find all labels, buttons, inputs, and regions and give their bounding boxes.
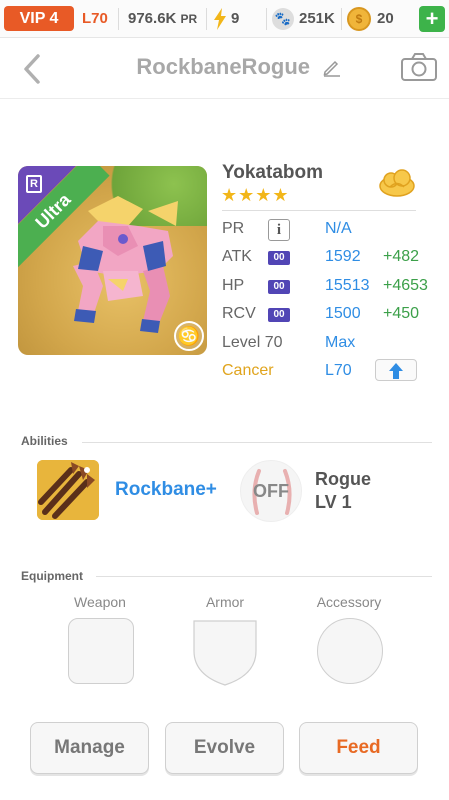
stat-value: 1500 bbox=[325, 305, 361, 322]
secondary-ability-name: Rogue bbox=[315, 469, 371, 489]
stat-label: PR bbox=[222, 220, 245, 237]
star-rating: ★★★★ bbox=[221, 185, 290, 205]
status-bar: VIP 4 L70 976.6K PR 9 🐾 251K $ 20 + bbox=[0, 0, 449, 38]
arrows-icon bbox=[37, 460, 99, 520]
stat-bonus: +450 bbox=[383, 305, 420, 322]
stat-label: Level 70 bbox=[222, 334, 283, 351]
stat-row-atk: ATK 00 1592 +482 bbox=[222, 244, 432, 270]
stat-label: HP bbox=[222, 277, 245, 294]
rockbane-ability-icon[interactable] bbox=[37, 460, 99, 520]
back-chevron-icon[interactable] bbox=[18, 52, 48, 86]
divider bbox=[206, 8, 207, 30]
energy-bolt-icon bbox=[214, 8, 226, 30]
stat-value: 15513 bbox=[325, 277, 370, 294]
accessory-slot[interactable] bbox=[317, 618, 383, 684]
sign-level-value: L70 bbox=[325, 362, 352, 379]
manage-button[interactable]: Manage bbox=[30, 722, 149, 774]
evolve-button[interactable]: Evolve bbox=[165, 722, 284, 774]
divider bbox=[118, 8, 119, 30]
player-level: L70 bbox=[82, 10, 108, 27]
energy-count: 9 bbox=[231, 10, 240, 27]
weapon-slot[interactable] bbox=[68, 618, 134, 684]
vip-badge[interactable]: VIP 4 bbox=[4, 6, 74, 31]
section-divider bbox=[82, 442, 432, 443]
header-divider bbox=[0, 98, 449, 99]
stat-badge: 00 bbox=[268, 251, 290, 265]
divider bbox=[341, 8, 342, 30]
up-arrow-icon bbox=[389, 363, 403, 379]
stat-label: ATK bbox=[222, 248, 252, 265]
armor-slot[interactable] bbox=[192, 617, 258, 687]
stat-row-sign: Cancer L70 bbox=[222, 358, 432, 384]
rarity-r-badge-icon: R bbox=[26, 175, 42, 193]
accessory-label: Accessory bbox=[316, 594, 382, 610]
ability-off-label: OFF bbox=[253, 481, 289, 501]
pr-label: PR bbox=[180, 12, 198, 26]
stat-row-rcv: RCV 00 1500 +450 bbox=[222, 301, 432, 327]
stat-row-level: Level 70 Max bbox=[222, 330, 432, 356]
stat-label: RCV bbox=[222, 305, 256, 322]
weapon-label: Weapon bbox=[74, 594, 126, 610]
player-pr: 976.6K PR bbox=[128, 8, 197, 30]
stat-value: 1592 bbox=[325, 248, 361, 265]
zodiac-sign-label: Cancer bbox=[222, 362, 274, 379]
paw-food-icon: 🐾 bbox=[272, 8, 294, 30]
stat-bonus: +4653 bbox=[383, 277, 428, 294]
pet-nickname-title: RockbaneRogue bbox=[136, 54, 310, 79]
gold-coin-icon: $ bbox=[347, 7, 371, 31]
pr-value: 976.6K bbox=[128, 10, 177, 27]
add-currency-button[interactable]: + bbox=[419, 6, 445, 32]
abilities-title: Abilities bbox=[21, 434, 68, 448]
upgrade-button[interactable] bbox=[375, 359, 417, 381]
stat-badge: 00 bbox=[268, 280, 290, 294]
pet-species-name: Yokatabom bbox=[222, 162, 324, 183]
stat-value: Max bbox=[325, 334, 356, 351]
stats-divider bbox=[222, 210, 416, 211]
edit-pencil-icon[interactable] bbox=[322, 57, 342, 77]
feed-button[interactable]: Feed bbox=[299, 722, 418, 774]
divider bbox=[266, 8, 267, 30]
secondary-ability-level: LV 1 bbox=[315, 492, 352, 512]
cancer-zodiac-icon: ♋ bbox=[174, 321, 204, 351]
cloud-element-icon[interactable] bbox=[378, 168, 416, 198]
stat-badge: 00 bbox=[268, 308, 290, 322]
stat-row-hp: HP 00 15513 +4653 bbox=[222, 273, 432, 299]
pr-info-icon[interactable]: i bbox=[268, 219, 290, 241]
armor-label: Armor bbox=[205, 594, 245, 610]
equipment-title: Equipment bbox=[21, 569, 83, 583]
food-count: 251K bbox=[299, 10, 335, 27]
stat-row-pr: PR i N/A bbox=[222, 216, 432, 242]
gold-count: 20 bbox=[377, 10, 394, 27]
primary-ability-name[interactable]: Rockbane+ bbox=[115, 477, 217, 503]
pet-portrait[interactable]: Ultra R ♋ bbox=[18, 166, 207, 355]
camera-icon[interactable] bbox=[400, 52, 438, 82]
section-divider bbox=[96, 576, 432, 577]
secondary-ability[interactable]: Rogue LV 1 bbox=[315, 468, 371, 514]
stat-bonus: +482 bbox=[383, 248, 420, 265]
stat-value: N/A bbox=[325, 220, 352, 237]
